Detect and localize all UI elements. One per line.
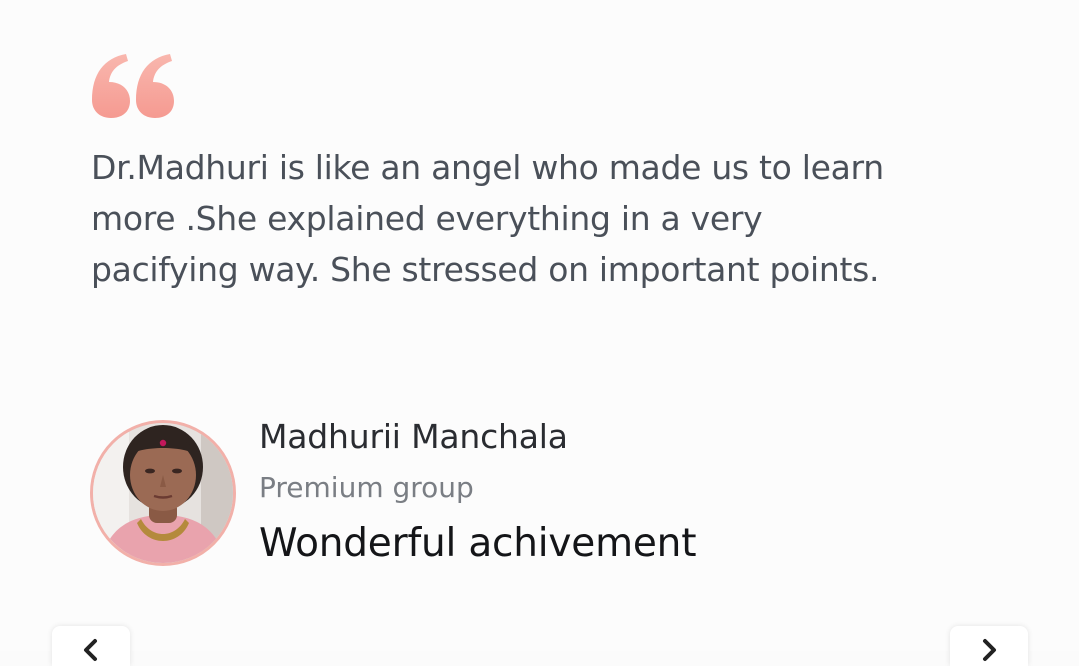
quote-open-icon — [92, 54, 174, 118]
chevron-right-icon — [983, 639, 996, 661]
carousel-prev-button[interactable] — [52, 626, 130, 666]
testimonial-text: Dr.Madhuri is like an angel who made us … — [91, 148, 884, 289]
chevron-left-icon — [84, 639, 97, 661]
author-name: Madhurii Manchala — [259, 417, 568, 456]
testimonial-card: Dr.Madhuri is like an angel who made us … — [0, 0, 1079, 666]
avatar-photo-icon — [93, 423, 233, 563]
author-group: Premium group — [259, 471, 474, 504]
avatar — [90, 420, 236, 566]
review-title: Wonderful achivement — [259, 521, 697, 566]
carousel-next-button[interactable] — [950, 626, 1028, 666]
